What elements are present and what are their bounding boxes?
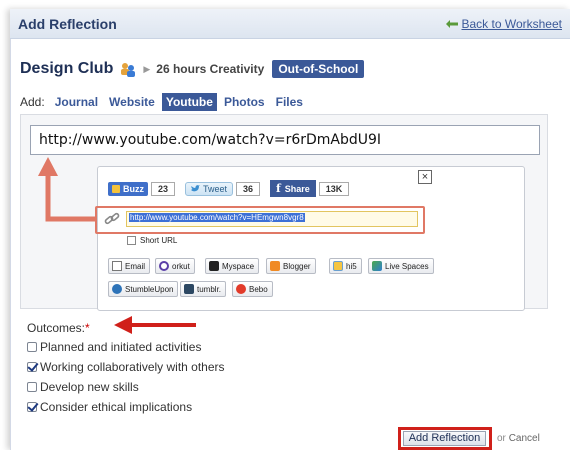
facebook-share-count: 13K — [318, 181, 350, 196]
bebo-label: Bebo — [249, 284, 268, 294]
required-mark: * — [85, 321, 90, 335]
outcome-new-skills[interactable]: Develop new skills — [27, 380, 139, 394]
blogger-icon — [270, 261, 280, 271]
share-hi5-button[interactable]: hi5 — [329, 258, 362, 274]
stumbleupon-icon — [112, 284, 122, 294]
add-menu: Add: Journal Website Youtube Photos File… — [20, 93, 310, 111]
short-url-option[interactable]: Short URL — [127, 236, 177, 245]
tumblr-icon — [184, 284, 194, 294]
close-share-panel-button[interactable]: × — [418, 170, 432, 184]
outcomes-annotation-arrow-icon — [114, 316, 196, 334]
facebook-share-label: Share — [284, 183, 310, 194]
cancel-group: or Cancel — [497, 433, 540, 444]
activity-name: 26 hours Creativity — [156, 62, 265, 76]
facebook-share-button[interactable]: f Share — [270, 180, 316, 197]
share-bebo-button[interactable]: Bebo — [232, 281, 273, 297]
tweet-label: Tweet — [203, 183, 228, 194]
share-tumblr-button[interactable]: tumblr. — [180, 281, 227, 297]
breadcrumb-arrow-icon: ▶ — [143, 63, 151, 74]
live-spaces-label: Live Spaces — [385, 261, 429, 271]
buzz-label: Buzz — [123, 183, 144, 194]
share-orkut-button[interactable]: orkut — [155, 258, 195, 274]
tab-youtube[interactable]: Youtube — [161, 93, 217, 111]
buzz-icon — [112, 184, 120, 193]
add-label: Add: — [20, 95, 45, 109]
tab-journal[interactable]: Journal — [51, 93, 102, 111]
back-to-worksheet-link[interactable]: Back to Worksheet — [445, 17, 563, 31]
twitter-bird-icon — [191, 184, 201, 191]
share-email-button[interactable]: Email — [108, 258, 151, 274]
back-arrow-icon — [445, 20, 458, 28]
outcome-checkbox[interactable] — [27, 402, 37, 412]
outcomes-label-text: Outcomes: — [27, 321, 86, 335]
tab-website[interactable]: Website — [105, 93, 159, 111]
hi5-icon — [333, 261, 343, 271]
header-bar: Add Reflection Back to Worksheet — [10, 9, 570, 39]
orkut-label: orkut — [172, 261, 190, 271]
stumbleupon-label: StumbleUpon — [125, 284, 174, 294]
short-url-checkbox[interactable] — [127, 236, 136, 245]
buzz-button[interactable]: Buzz — [108, 181, 148, 196]
cancel-link[interactable]: Cancel — [509, 433, 540, 444]
share-counters: Buzz 23 Tweet 36 f Share 13K — [108, 180, 359, 197]
share-link-input[interactable]: http://www.youtube.com/watch?v=HEmgwn8vg… — [126, 211, 418, 227]
tweet-count: 36 — [236, 181, 261, 196]
orkut-icon — [159, 261, 169, 271]
tab-photos[interactable]: Photos — [220, 93, 269, 111]
breadcrumb: Design Club ▶ 26 hours Creativity Out-of… — [20, 60, 365, 78]
outcome-label: Develop new skills — [40, 380, 139, 394]
share-link-selected-text: http://www.youtube.com/watch?v=HEmgwn8vg… — [129, 213, 305, 222]
youtube-url-input[interactable]: http://www.youtube.com/watch?v=r6rDmAbdU… — [30, 125, 540, 155]
share-myspace-button[interactable]: Myspace — [205, 258, 260, 274]
or-text: or — [497, 433, 506, 444]
outcome-checkbox[interactable] — [27, 362, 37, 372]
back-link-label: Back to Worksheet — [461, 17, 563, 31]
page-title: Add Reflection — [18, 16, 117, 32]
outcome-label: Consider ethical implications — [40, 400, 193, 414]
buzz-count: 23 — [151, 181, 176, 196]
live-spaces-icon — [372, 261, 382, 271]
bebo-icon — [236, 284, 246, 294]
share-stumbleupon-button[interactable]: StumbleUpon — [108, 281, 179, 297]
people-icon — [121, 63, 136, 77]
myspace-icon — [209, 261, 219, 271]
outcome-label: Working collaboratively with others — [40, 360, 225, 374]
club-name[interactable]: Design Club — [20, 60, 113, 78]
hi5-label: hi5 — [346, 261, 357, 271]
outcome-ethical[interactable]: Consider ethical implications — [27, 400, 192, 414]
blogger-label: Blogger — [283, 261, 311, 271]
outcomes-label: Outcomes:* — [27, 321, 90, 335]
share-live-spaces-button[interactable]: Live Spaces — [368, 258, 434, 274]
tab-files[interactable]: Files — [272, 93, 307, 111]
outcome-collaborative[interactable]: Working collaboratively with others — [27, 360, 225, 374]
add-reflection-button[interactable]: Add Reflection — [403, 431, 486, 446]
short-url-label: Short URL — [140, 236, 178, 245]
tweet-button[interactable]: Tweet — [185, 181, 234, 196]
email-label: Email — [125, 261, 146, 271]
facebook-icon: f — [276, 182, 281, 195]
email-icon — [112, 261, 122, 271]
outcome-checkbox[interactable] — [27, 382, 37, 392]
tumblr-label: tumblr. — [197, 284, 222, 294]
status-badge: Out-of-School — [272, 60, 365, 78]
chain-link-icon — [104, 212, 120, 225]
myspace-label: Myspace — [222, 261, 255, 271]
outcome-planned[interactable]: Planned and initiated activities — [27, 340, 201, 354]
outcome-checkbox[interactable] — [27, 342, 37, 352]
outcome-label: Planned and initiated activities — [40, 340, 202, 354]
share-blogger-button[interactable]: Blogger — [266, 258, 316, 274]
